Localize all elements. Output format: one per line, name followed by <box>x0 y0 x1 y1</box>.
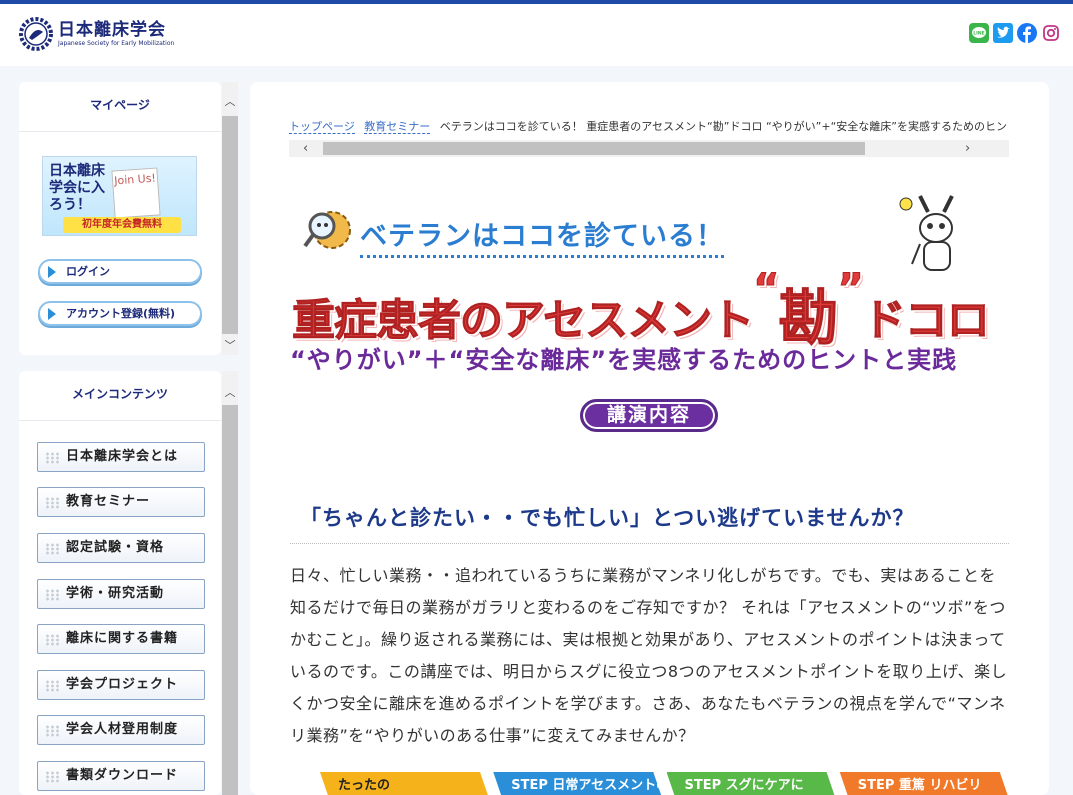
seminar-hero-banner: ベテランはココを診ている！ 重症患者のアセスメント“勘”ドコロ “やりがい”＋“… <box>290 194 1010 444</box>
steps-banner: たったの STEP 日常アセスメントの STEP スグにケアに STEP 重篤 … <box>320 772 1010 795</box>
logo-title: 日本離床学会 <box>58 20 166 40</box>
svg-text:LINE: LINE <box>973 31 984 37</box>
join-banner-foot: 初年度年会費無料 <box>63 217 181 233</box>
breadcrumb-scrollbar[interactable]: ‹ › <box>289 140 1009 157</box>
hero-tagline: ベテランはココを診ている！ <box>360 214 724 258</box>
menu-item-about[interactable]: 日本離床学会とは <box>37 442 205 472</box>
step-1: STEP 日常アセスメントの <box>493 772 664 795</box>
join-banner-text: 日本離床学会に入ろう！ <box>49 163 105 213</box>
mypage-title: マイページ <box>19 82 221 132</box>
grip-dots-icon <box>45 497 59 509</box>
menu-item-books[interactable]: 離床に関する書籍 <box>37 624 205 654</box>
grip-dots-icon <box>45 771 59 783</box>
breadcrumb-home[interactable]: トップページ <box>289 120 355 134</box>
menu-item-seminar[interactable]: 教育セミナー <box>37 487 205 517</box>
scroll-up-icon[interactable]: ︿ <box>224 96 236 108</box>
grip-dots-icon <box>45 725 59 737</box>
register-label: アカウント登録(無料) <box>66 307 176 320</box>
triangle-right-icon <box>48 308 56 320</box>
menu-item-projects[interactable]: 学会プロジェクト <box>37 670 205 700</box>
breadcrumb: トップページ 教育セミナー ベテランはココを診ている！ 重症患者のアセスメント“… <box>289 118 1007 140</box>
menu-item-certification[interactable]: 認定試験・資格 <box>37 533 205 563</box>
scroll-thumb[interactable] <box>222 116 238 334</box>
instagram-icon[interactable] <box>1041 23 1061 43</box>
goat-mascot-icon <box>899 195 954 271</box>
step-2: STEP スグにケアに <box>666 772 837 795</box>
grip-dots-icon <box>45 634 59 646</box>
lecture-content-button[interactable]: 講演内容 <box>580 399 718 432</box>
twitter-icon[interactable] <box>993 23 1013 43</box>
step-intro: たったの <box>320 772 491 795</box>
scroll-left-icon[interactable]: ‹ <box>303 140 308 157</box>
scroll-right-icon[interactable]: › <box>965 140 970 157</box>
scroll-down-icon[interactable]: ﹀ <box>224 340 236 352</box>
register-button[interactable]: アカウント登録(無料) <box>38 301 202 326</box>
main-contents-scrollbar[interactable]: ︿ <box>222 371 238 795</box>
menu-item-research[interactable]: 学術・研究活動 <box>37 579 205 609</box>
menu-item-recruitment[interactable]: 学会人材登用制度 <box>37 715 205 745</box>
join-banner-note: Join Us! <box>111 167 161 219</box>
site-header: 日本離床学会 Japanese Society for Early Mobili… <box>0 4 1073 66</box>
line-icon[interactable]: LINE <box>969 23 989 43</box>
login-label: ログイン <box>66 265 110 278</box>
scroll-thumb[interactable] <box>222 405 238 795</box>
scroll-thumb[interactable] <box>323 142 865 155</box>
grip-dots-icon <box>45 452 59 464</box>
site-logo[interactable]: 日本離床学会 Japanese Society for Early Mobili… <box>18 16 174 52</box>
gear-logo-icon <box>19 17 53 51</box>
social-links: LINE <box>969 23 1061 43</box>
join-banner[interactable]: 日本離床学会に入ろう！ Join Us! 初年度年会費無料 <box>42 156 197 236</box>
main-contents-title: メインコンテンツ <box>19 371 221 421</box>
triangle-right-icon <box>48 266 56 278</box>
login-button[interactable]: ログイン <box>38 259 202 284</box>
grip-dots-icon <box>45 543 59 555</box>
logo-subtitle: Japanese Society for Early Mobilization <box>58 40 175 47</box>
menu-item-downloads[interactable]: 書類ダウンロード <box>37 761 205 791</box>
mypage-card: マイページ 日本離床学会に入ろう！ Join Us! 初年度年会費無料 ログイン… <box>19 82 221 355</box>
main-contents-card: メインコンテンツ 日本離床学会とは 教育セミナー 認定試験・資格 学術・研究活動… <box>19 371 221 795</box>
magnifier-gear-icon <box>303 211 351 249</box>
grip-dots-icon <box>45 589 59 601</box>
section-heading: 「ちゃんと診たい・・でも忙しい」とつい逃げていませんか？ <box>290 502 1009 544</box>
grip-dots-icon <box>45 680 59 692</box>
section-body: 日々、忙しい業務・・追われているうちに業務がマンネリ化しがちです。でも、実はある… <box>290 566 1008 745</box>
scroll-up-icon[interactable]: ︿ <box>224 387 236 399</box>
breadcrumb-current: ベテランはココを診ている！ 重症患者のアセスメント“勘”ドコロ “やりがい”+“… <box>439 120 1007 133</box>
mypage-scrollbar[interactable]: ︿ ﹀ <box>222 82 238 355</box>
step-3: STEP 重篤 リハビリ <box>839 772 1010 795</box>
hero-subtitle: “やりがい”＋“安全な離床”を実感するためのヒントと実践 <box>290 346 958 374</box>
main-content: トップページ 教育セミナー ベテランはココを診ている！ 重症患者のアセスメント“… <box>250 82 1049 795</box>
facebook-icon[interactable] <box>1017 23 1037 43</box>
breadcrumb-seminar[interactable]: 教育セミナー <box>364 120 431 134</box>
